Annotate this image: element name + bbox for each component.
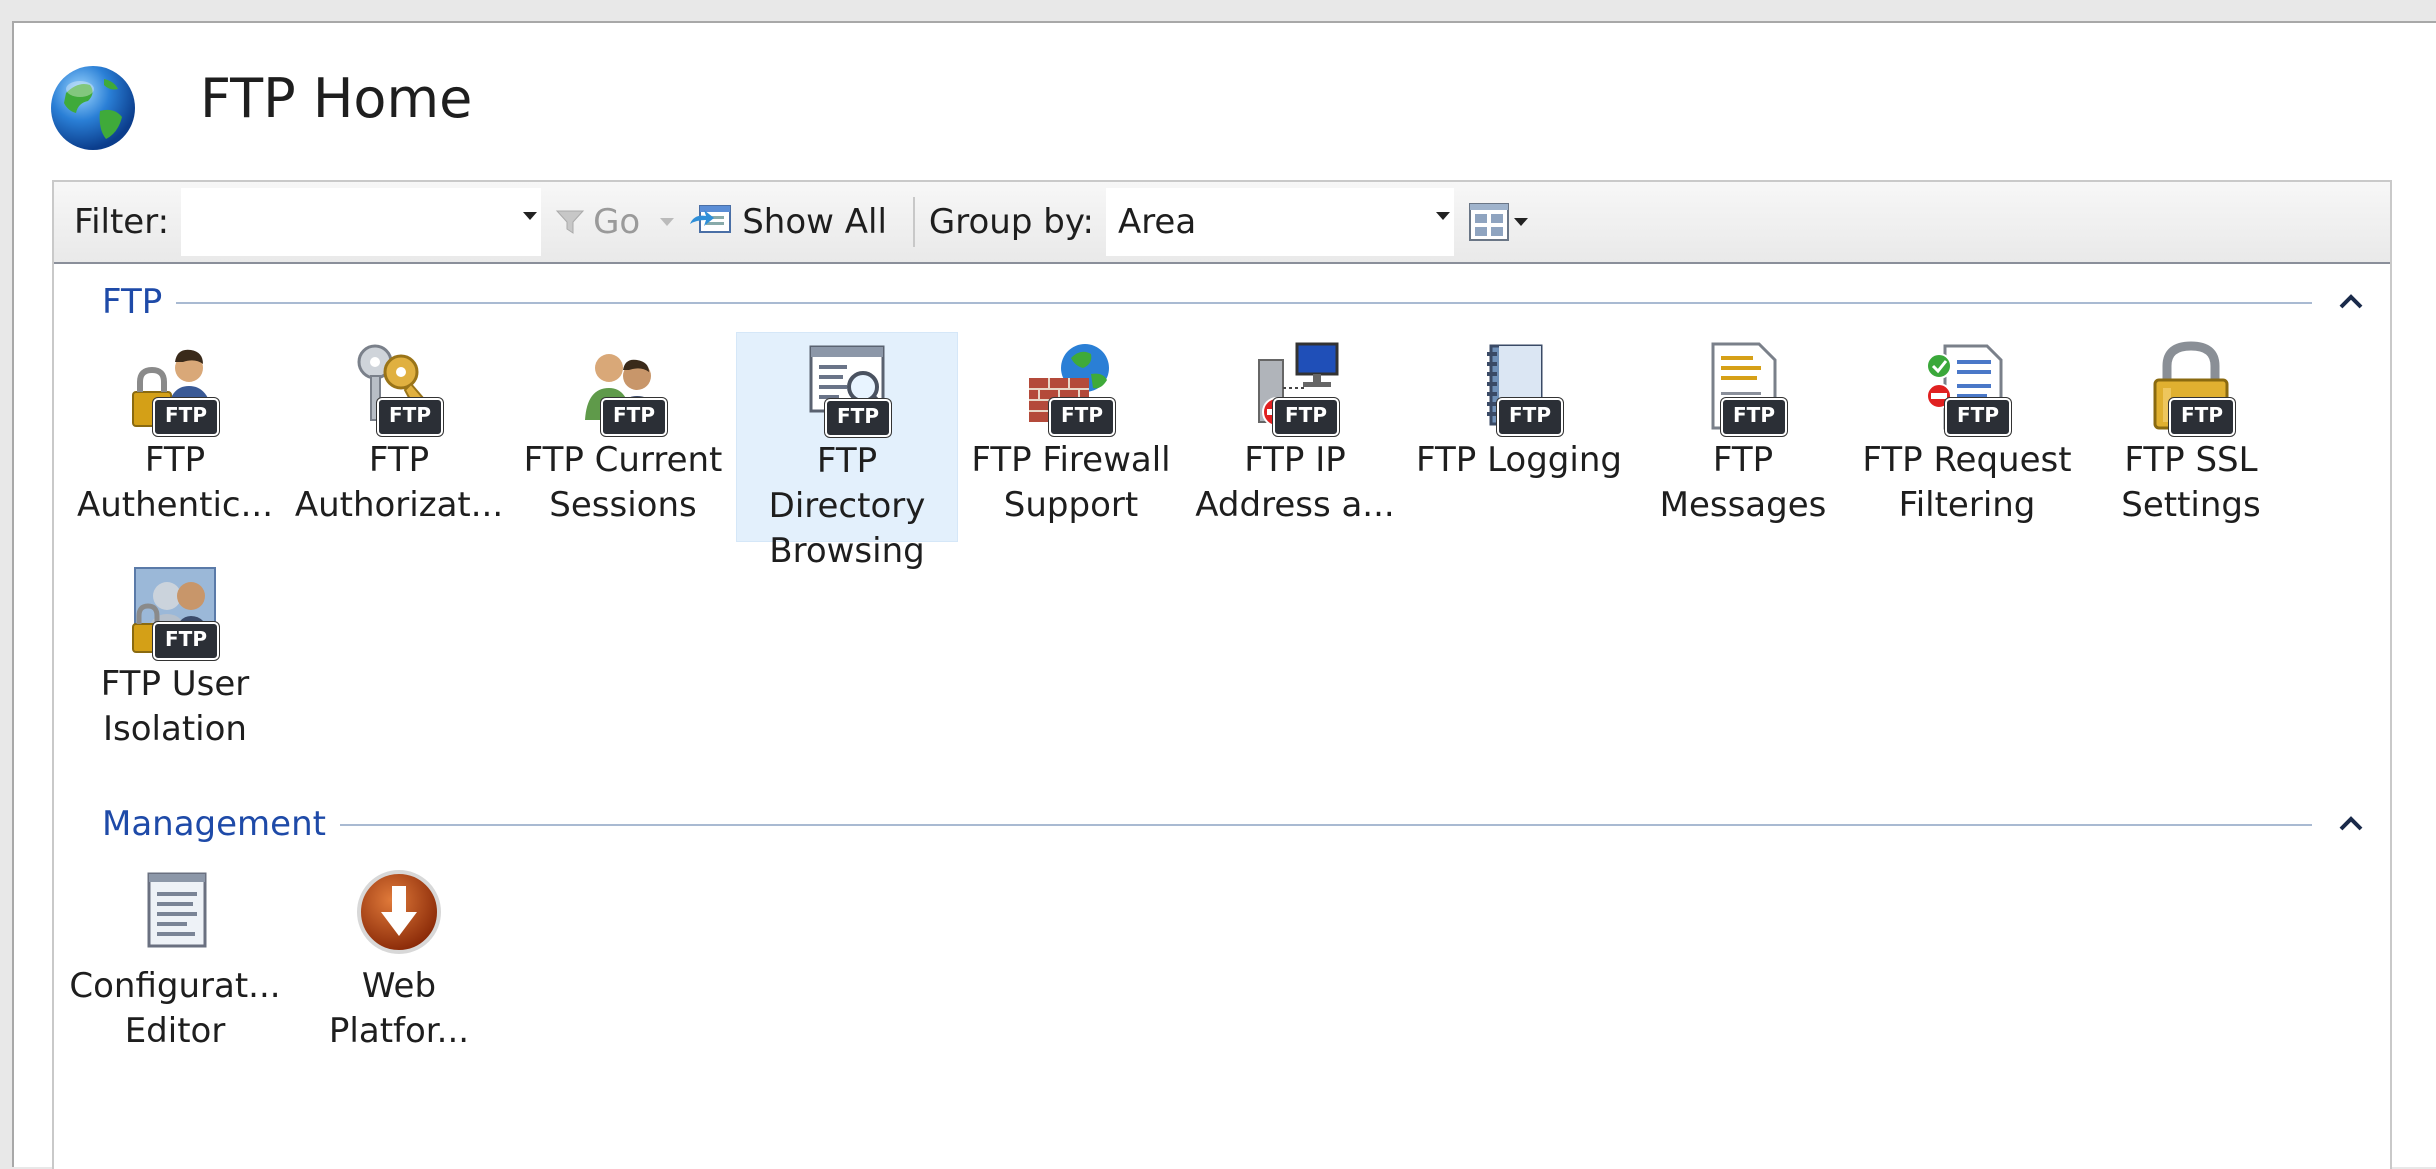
ftp-badge: FTP [153, 398, 219, 436]
keys-icon: FTP [349, 338, 449, 438]
directory-browse-icon: FTP [797, 339, 897, 439]
group-by-label: Group by: [928, 202, 1094, 242]
group-by-value: Area [1117, 202, 1197, 242]
feature-ftp-authorization[interactable]: FTP FTP Authorizat... [288, 332, 510, 542]
group-divider [102, 302, 2312, 304]
feature-ftp-request-filtering[interactable]: FTP FTP Request Filtering [1856, 332, 2078, 542]
feature-ftp-ip-address[interactable]: FTP FTP IP Address a... [1184, 332, 1406, 542]
item-label: Configurat... Editor [69, 966, 281, 1051]
logbook-icon: FTP [1469, 338, 1569, 438]
show-all-icon [690, 205, 732, 233]
page-header: FTP Home [14, 23, 2436, 173]
ftp-badge: FTP [153, 622, 219, 660]
ftp-badge: FTP [2169, 398, 2235, 436]
ftp-badge: FTP [1273, 398, 1339, 436]
feature-ftp-ssl-settings[interactable]: FTP FTP SSL Settings [2080, 332, 2302, 542]
ftp-badge: FTP [601, 398, 667, 436]
filter-toolbar: Filter: Go Show All Group by: Area [54, 182, 2390, 264]
chevron-down-icon[interactable] [1513, 218, 1528, 226]
chevron-down-icon[interactable] [660, 218, 675, 226]
chevron-down-icon[interactable] [523, 212, 538, 220]
item-label: FTP Logging [1416, 440, 1622, 480]
chevron-up-icon [2339, 816, 2363, 831]
item-label: FTP Request Filtering [1862, 440, 2072, 525]
ftp-badge: FTP [1945, 398, 2011, 436]
chevron-up-icon [2339, 294, 2363, 309]
filter-input[interactable] [181, 188, 542, 256]
ip-restriction-icon: FTP [1245, 338, 1345, 438]
config-editor-icon [125, 864, 225, 964]
feature-ftp-user-isolation[interactable]: FTP FTP User Isolation [64, 556, 286, 766]
feature-ftp-authentication[interactable]: FTP FTP Authentic... [64, 332, 286, 542]
go-button[interactable]: Go [555, 202, 675, 242]
item-label: FTP IP Address a... [1195, 440, 1395, 525]
group-label-ftp: FTP [102, 282, 177, 322]
ftp-badge: FTP [1497, 398, 1563, 436]
chevron-down-icon[interactable] [1435, 212, 1450, 220]
item-label: FTP Firewall Support [971, 440, 1171, 525]
item-label: FTP SSL Settings [2121, 440, 2261, 525]
ftp-home-page: FTP Home Filter: Go Show All Group by: A… [12, 21, 2436, 1169]
feature-ftp-messages[interactable]: FTP FTP Messages [1632, 332, 1854, 542]
item-label: FTP Authentic... [76, 440, 274, 525]
group-label-management: Management [102, 804, 340, 844]
item-label: FTP Messages [1659, 440, 1827, 525]
feature-ftp-firewall-support[interactable]: FTP FTP Firewall Support [960, 332, 1182, 542]
download-icon [349, 864, 449, 964]
padlock-icon: FTP [2141, 338, 2241, 438]
feature-configuration-editor[interactable]: Configurat... Editor [64, 858, 286, 1068]
lock-user-icon: FTP [125, 338, 225, 438]
group-divider [102, 824, 2312, 826]
feature-ftp-directory-browsing[interactable]: FTP FTP Directory Browsing [736, 332, 958, 571]
item-label: Web Platfor... [328, 966, 470, 1051]
features-panel: Filter: Go Show All Group by: Area FTP F… [52, 180, 2392, 1169]
item-label: FTP Directory Browsing [768, 441, 926, 571]
feature-ftp-logging[interactable]: FTP FTP Logging [1408, 332, 1630, 542]
filter-label: Filter: [74, 202, 170, 242]
ftp-badge: FTP [1721, 398, 1787, 436]
page-title: FTP Home [200, 67, 473, 130]
show-all-button[interactable]: Show All [686, 200, 887, 244]
ftp-badge: FTP [1049, 398, 1115, 436]
collapse-ftp-button[interactable] [2334, 284, 2368, 318]
firewall-icon: FTP [1021, 338, 1121, 438]
group-header-ftp: FTP [54, 282, 2390, 322]
funnel-icon [555, 210, 585, 234]
ftp-badge: FTP [377, 398, 443, 436]
item-label: FTP User Isolation [100, 664, 250, 749]
globe-icon [51, 66, 135, 150]
collapse-management-button[interactable] [2334, 806, 2368, 840]
users-icon: FTP [573, 338, 673, 438]
message-doc-icon: FTP [1693, 338, 1793, 438]
ftp-badge: FTP [825, 399, 891, 437]
go-label: Go [593, 202, 641, 242]
view-mode-button[interactable] [1468, 202, 1528, 242]
group-by-select[interactable]: Area [1105, 188, 1454, 256]
item-label: FTP Current Sessions [523, 440, 723, 525]
request-filter-icon: FTP [1917, 338, 2017, 438]
view-grid-icon [1468, 203, 1509, 241]
feature-web-platform-installer[interactable]: Web Platfor... [288, 858, 510, 1068]
show-all-label: Show All [742, 202, 887, 242]
feature-ftp-current-sessions[interactable]: FTP FTP Current Sessions [512, 332, 734, 542]
item-label: FTP Authorizat... [294, 440, 504, 525]
group-header-management: Management [54, 804, 2390, 844]
user-isolation-icon: FTP [125, 562, 225, 662]
toolbar-separator [912, 197, 915, 247]
